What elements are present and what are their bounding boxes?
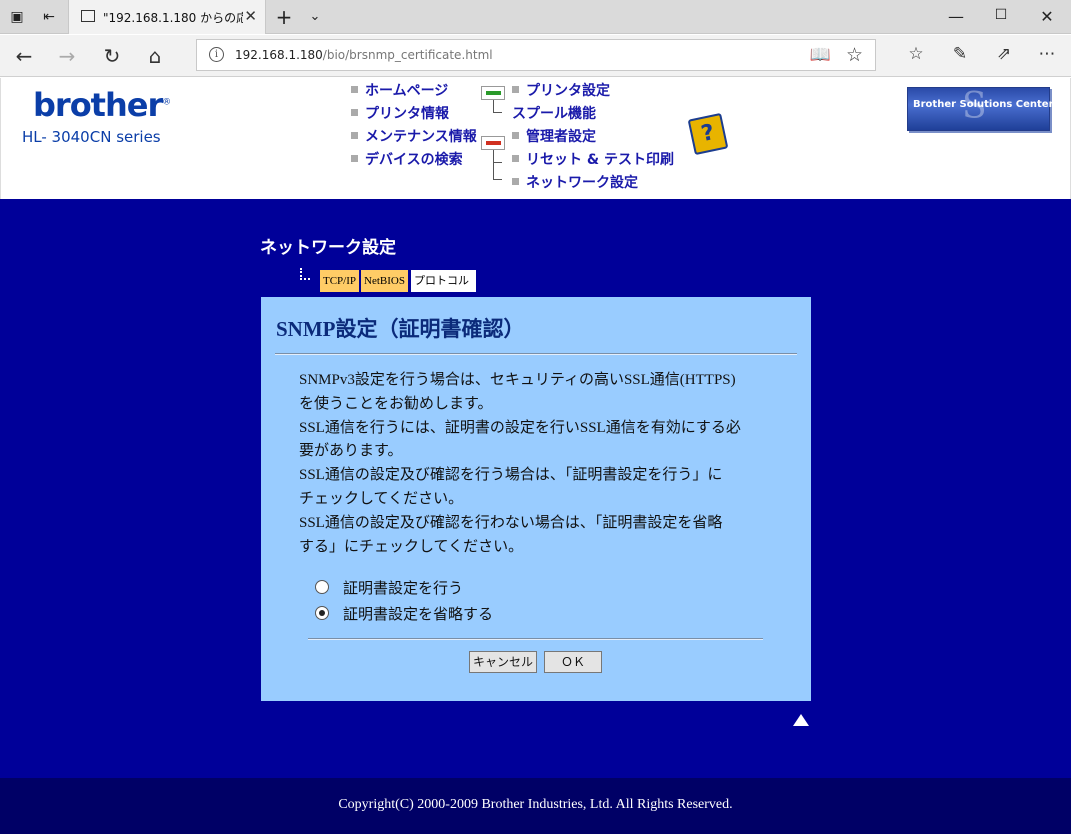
desc-line: する」にチェックしてください。: [299, 538, 524, 555]
subtab-tree-line: [300, 268, 310, 280]
desc-line: チェックしてください。: [299, 490, 464, 507]
radio-configure-certificate[interactable]: [315, 580, 329, 594]
tab-protocol[interactable]: プロトコル: [411, 270, 476, 292]
nav-printer-info[interactable]: プリンタ情報: [351, 103, 449, 123]
address-url[interactable]: 192.168.1.180/bio/brsnmp_certificate.htm…: [235, 48, 493, 62]
nav-admin-settings[interactable]: 管理者設定: [512, 126, 596, 146]
desc-line: SNMPv3設定を行う場合は、セキュリティの高いSSL通信(HTTPS): [299, 372, 736, 388]
snmp-certificate-panel: SNMP設定（証明書確認） SNMPv3設定を行う場合は、セキュリティの高いSS…: [261, 297, 811, 701]
green-key-icon: [481, 86, 505, 100]
tab-tcpip[interactable]: TCP/IP: [320, 270, 360, 292]
home-icon[interactable]: ⌂: [143, 44, 167, 68]
tab-netbios[interactable]: NetBIOS: [361, 270, 408, 292]
tab-manager-icon[interactable]: ▣: [8, 8, 26, 26]
help-book-icon[interactable]: ?: [687, 112, 729, 156]
nav-printer-settings[interactable]: プリンタ設定: [512, 80, 610, 100]
radio-skip-certificate[interactable]: [315, 606, 329, 620]
brother-solutions-center-button[interactable]: S Brother Solutions Center: [907, 86, 1054, 131]
tree-line: [493, 163, 502, 180]
site-info-icon[interactable]: i: [209, 47, 224, 62]
panel-title: SNMP設定（証明書確認）: [276, 317, 525, 341]
desc-line: SSL通信の設定及び確認を行わない場合は、「証明書設定を省略: [299, 514, 723, 531]
nav-find-device[interactable]: デバイスの検索: [351, 149, 463, 169]
nav-reset-test-print[interactable]: リセット & テスト印刷: [512, 149, 674, 169]
desc-line: 要があります。: [299, 443, 403, 460]
desc-line: を使うことをお勧めします。: [299, 395, 493, 412]
red-key-icon: [481, 136, 505, 150]
close-window-icon[interactable]: ✕: [1037, 7, 1057, 26]
desc-line: SSL通信を行うには、証明書の設定を行いSSL通信を有効にする必: [299, 419, 741, 436]
nav-maintenance-info[interactable]: メンテナンス情報: [351, 126, 477, 146]
set-tabs-aside-icon[interactable]: ⇤: [40, 8, 58, 26]
back-to-top-icon[interactable]: [793, 714, 809, 726]
share-icon[interactable]: ⇗: [992, 44, 1016, 64]
nav-spool[interactable]: スプール機能: [512, 103, 596, 123]
page-content: brother® HL- 3040CN series ホームページ プリンタ情報…: [0, 78, 1071, 834]
nav-home[interactable]: ホームページ: [351, 80, 448, 100]
address-bar[interactable]: i 192.168.1.180/bio/brsnmp_certificate.h…: [196, 39, 876, 71]
forward-icon[interactable]: →: [55, 44, 79, 68]
back-icon[interactable]: ←: [12, 44, 36, 68]
brother-logo: brother®: [33, 86, 171, 124]
refresh-icon[interactable]: ↻: [100, 44, 124, 68]
desc-line: SSL通信の設定及び確認を行う場合は、「証明書設定を行う」に: [299, 467, 723, 484]
more-icon[interactable]: ⋯: [1035, 44, 1059, 64]
pen-icon[interactable]: ✎: [948, 44, 972, 64]
page-header: brother® HL- 3040CN series ホームページ プリンタ情報…: [0, 78, 1071, 199]
reading-view-icon[interactable]: 📖: [810, 45, 831, 65]
divider: [275, 353, 797, 355]
tab-list-chevron-icon[interactable]: ⌄: [306, 8, 324, 26]
new-tab-icon[interactable]: +: [275, 7, 293, 27]
section-title: ネットワーク設定: [260, 238, 396, 258]
browser-nav-bar: ← → ↻ ⌂ i 192.168.1.180/bio/brsnmp_certi…: [0, 35, 1071, 77]
maximize-icon[interactable]: ☐: [991, 7, 1011, 23]
tree-line: [493, 150, 502, 163]
cancel-button[interactable]: キャンセル: [469, 651, 537, 673]
tab-title: "192.168.1.180 からの応答: [103, 11, 243, 25]
ok-button[interactable]: ＯＫ: [544, 651, 602, 673]
minimize-icon[interactable]: —: [946, 7, 966, 26]
tree-line: [493, 100, 502, 113]
favorite-star-icon[interactable]: ☆: [846, 44, 863, 66]
close-tab-icon[interactable]: ✕: [244, 7, 257, 25]
nav-network-settings[interactable]: ネットワーク設定: [512, 172, 638, 192]
favorites-hub-icon[interactable]: ☆: [904, 44, 928, 64]
description: SNMPv3設定を行う場合は、セキュリティの高いSSL通信(HTTPS) を使う…: [299, 369, 779, 559]
radio-skip-label[interactable]: 証明書設定を省略する: [343, 603, 493, 624]
page-icon: [81, 10, 95, 22]
footer: Copyright(C) 2000-2009 Brother Industrie…: [0, 778, 1071, 834]
model-name: HL- 3040CN series: [22, 128, 161, 146]
copyright-text: Copyright(C) 2000-2009 Brother Industrie…: [338, 797, 733, 812]
radio-configure-label[interactable]: 証明書設定を行う: [343, 577, 463, 598]
divider: [308, 638, 763, 640]
browser-tab[interactable]: "192.168.1.180 からの応答 ✕: [68, 0, 266, 34]
browser-tab-bar: ▣ ⇤ "192.168.1.180 からの応答 ✕ + ⌄ — ☐ ✕: [0, 0, 1071, 34]
